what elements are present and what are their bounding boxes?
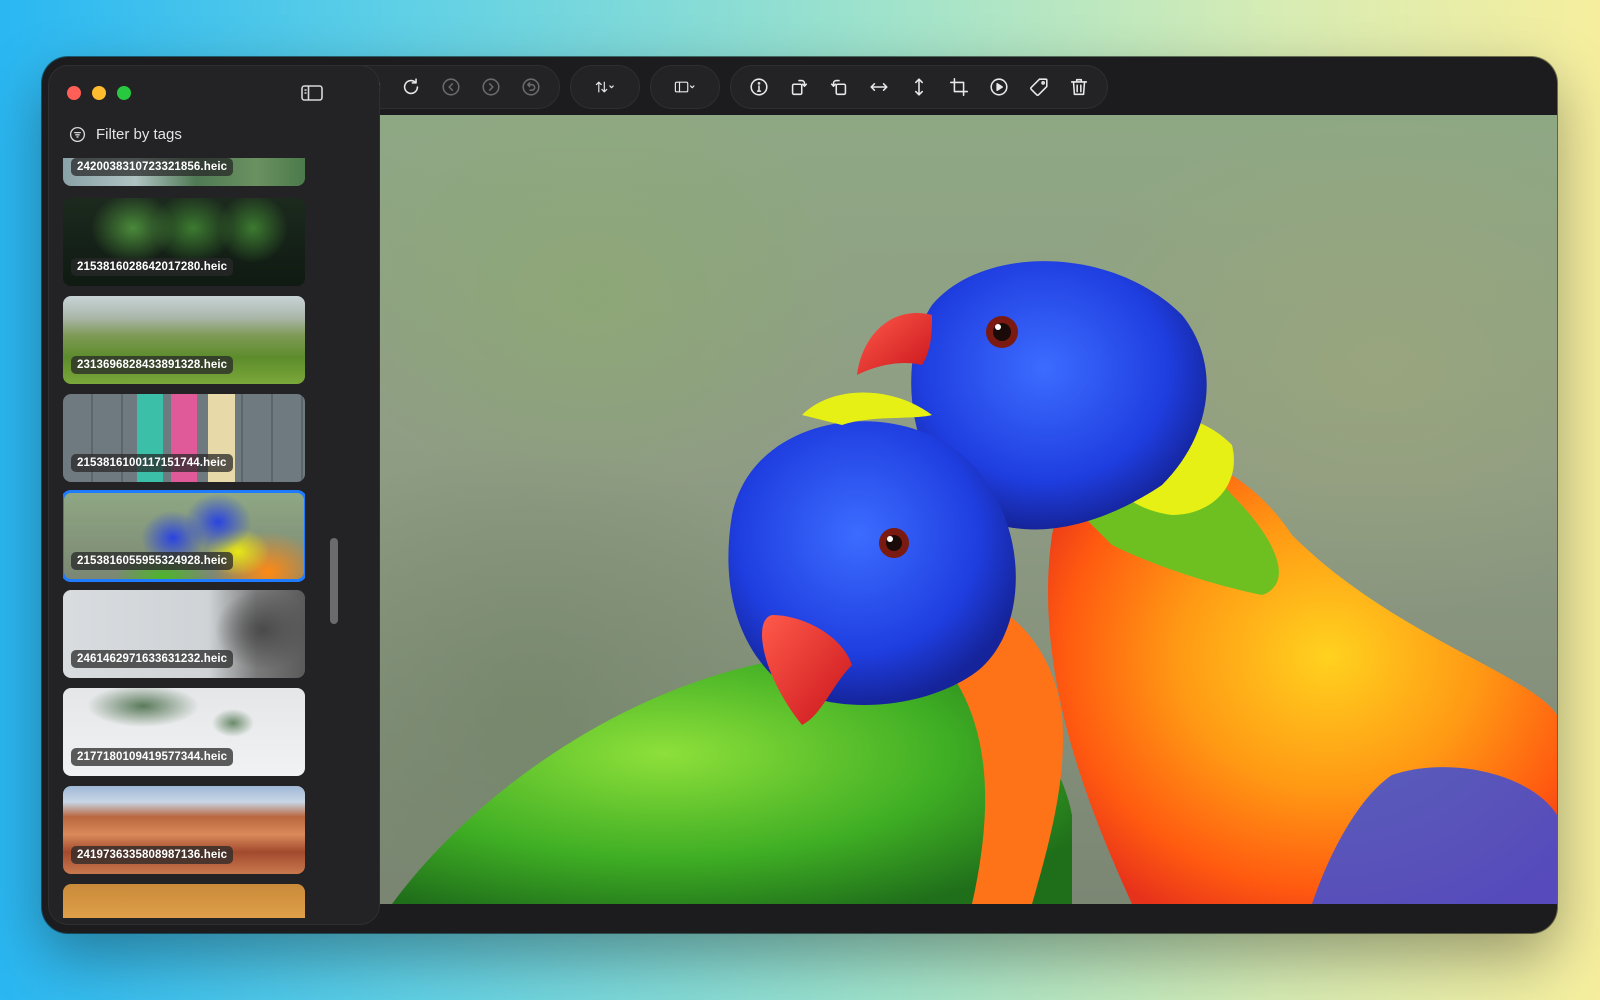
thumbnail-filename: 2419736335808987136.heic	[71, 846, 234, 864]
sidebar-toggle-button[interactable]	[299, 82, 325, 104]
thumbnail-filename: 2153816028642017280.heic	[71, 258, 234, 276]
undo-button[interactable]	[513, 69, 549, 105]
thumbnail-filename: 2177180109419577344.heic	[71, 748, 234, 766]
sort-group	[570, 65, 640, 109]
info-button[interactable]	[741, 69, 777, 105]
delete-button[interactable]	[1061, 69, 1097, 105]
thumbnail-item[interactable]: 2177180109419577344.heic	[63, 688, 305, 776]
crop-button[interactable]	[941, 69, 977, 105]
previous-icon	[442, 78, 460, 96]
crop-icon	[949, 77, 969, 97]
play-icon	[990, 78, 1008, 96]
filter-by-tags-button[interactable]: Filter by tags	[69, 126, 182, 143]
sort-button[interactable]	[581, 69, 629, 105]
flip-vertical-icon	[915, 78, 923, 96]
sidebar: Filter by tags 2420038310723321856.heic …	[48, 65, 380, 925]
rotate-left-button[interactable]	[781, 69, 817, 105]
thumbnail-item[interactable]: 2153816100117151744.heic	[63, 394, 305, 482]
tag-icon	[1030, 78, 1048, 96]
window-controls	[67, 86, 131, 100]
thumbnail-item[interactable]: 2461462971633631232.heic	[63, 590, 305, 678]
rotate-right-icon	[830, 79, 847, 96]
thumbnail-list: 2420038310723321856.heic 215381602864201…	[63, 158, 305, 918]
zoom-window-button[interactable]	[117, 86, 131, 100]
next-icon	[482, 78, 500, 96]
edit-group	[730, 65, 1108, 109]
reload-icon	[403, 78, 419, 95]
info-icon	[750, 78, 768, 96]
slideshow-button[interactable]	[981, 69, 1017, 105]
flip-horizontal-button[interactable]	[861, 69, 897, 105]
sort-icon	[595, 81, 614, 93]
layout-icon	[674, 81, 695, 93]
sidebar-scrollbar[interactable]	[329, 158, 339, 918]
previous-button[interactable]	[433, 69, 469, 105]
trash-icon	[1070, 78, 1088, 96]
thumbnail-filename: 2153816055955324928.heic	[71, 552, 234, 570]
close-window-button[interactable]	[67, 86, 81, 100]
thumbnail-item[interactable]: 2420038310723321856.heic	[63, 158, 305, 186]
image-viewer[interactable]	[332, 115, 1557, 904]
layout-button[interactable]	[661, 69, 709, 105]
thumbnail-filename: 2153816100117151744.heic	[71, 454, 233, 472]
thumbnail-filename: 2313696828433891328.heic	[71, 356, 234, 374]
thumbnail-filename: 2461462971633631232.heic	[71, 650, 234, 668]
flip-vertical-button[interactable]	[901, 69, 937, 105]
flip-horizontal-icon	[870, 83, 888, 91]
filter-icon	[69, 126, 86, 143]
minimize-window-button[interactable]	[92, 86, 106, 100]
rotate-right-button[interactable]	[821, 69, 857, 105]
reload-button[interactable]	[393, 69, 429, 105]
app-window: Filter by tags 2420038310723321856.heic …	[42, 57, 1557, 933]
layout-group	[650, 65, 720, 109]
sidebar-toggle-icon	[301, 85, 323, 101]
scrollbar-thumb[interactable]	[330, 538, 338, 624]
thumbnail-item[interactable]: 2313696828433891328.heic	[63, 296, 305, 384]
rotate-left-icon	[791, 79, 808, 96]
thumbnail-item[interactable]: 2419736335808987136.heic	[63, 786, 305, 874]
next-button[interactable]	[473, 69, 509, 105]
toolbar	[342, 65, 1108, 109]
filter-label: Filter by tags	[96, 126, 182, 143]
thumbnail-item[interactable]: 2153816028642017280.heic	[63, 198, 305, 286]
thumbnail-filename: 2420038310723321856.heic	[71, 158, 234, 176]
tag-button[interactable]	[1021, 69, 1057, 105]
undo-icon	[522, 78, 540, 96]
thumbnail-item[interactable]	[63, 884, 305, 918]
main-image	[392, 261, 1557, 904]
thumbnail-item[interactable]: 2153816055955324928.heic	[63, 490, 305, 582]
